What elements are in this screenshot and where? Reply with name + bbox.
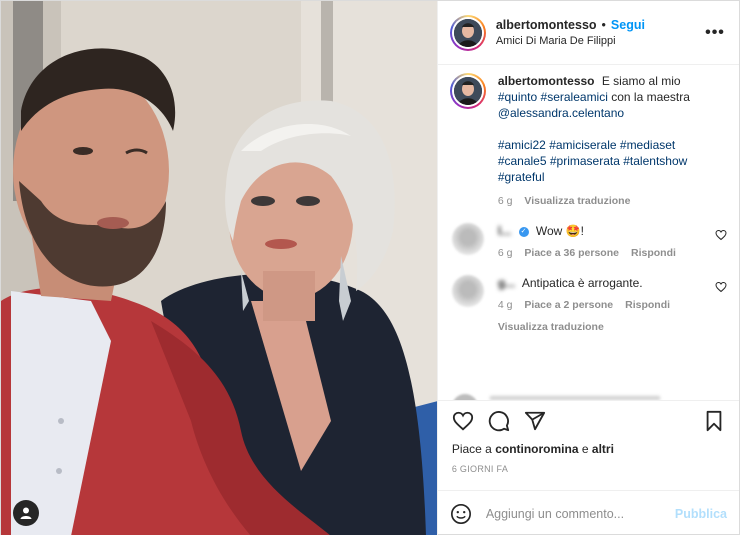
verified-badge-icon: ✓ (518, 226, 529, 237)
selfie-image (1, 1, 437, 535)
next-comment-preview (489, 396, 660, 400)
comment-likes-link[interactable]: Piace a 2 persone (524, 297, 613, 313)
commenter-username[interactable]: g... (498, 276, 515, 290)
comment-item: l... ✓ Wow 🤩! 6 g Piace a 36 persone Ris… (450, 223, 727, 261)
hashtag-link[interactable]: #canale5 (498, 154, 547, 168)
hashtag-link[interactable]: #talentshow (623, 154, 687, 168)
separator-dot: • (601, 18, 606, 32)
likes-others-link[interactable]: altri (592, 442, 614, 456)
caption-text: con la maestra (611, 90, 690, 104)
publish-button[interactable]: Pubblica (675, 507, 727, 521)
avatar-image (453, 18, 482, 47)
comment-text: Wow 🤩! (535, 224, 584, 238)
next-comment-avatar (451, 394, 478, 400)
mention-link[interactable]: @alessandra.celentano (498, 106, 624, 120)
caption-age: 6 g (497, 195, 513, 207)
emoji-icon[interactable] (450, 503, 472, 525)
like-comment-heart-icon[interactable] (715, 281, 727, 293)
author-username[interactable]: albertomontesso (496, 18, 597, 32)
comment-icon[interactable] (488, 410, 510, 432)
bookmark-icon[interactable] (703, 410, 725, 432)
post-date: 6 GIORNI FA (451, 464, 509, 474)
location-link[interactable]: Amici Di Maria De Filippi (496, 35, 703, 47)
like-comment-heart-icon[interactable] (715, 229, 727, 241)
author-avatar[interactable] (449, 14, 486, 51)
liker-username[interactable]: continoromina (495, 442, 578, 456)
hashtag-link[interactable]: #grateful (498, 170, 545, 184)
comment-age: 6 g (497, 247, 513, 259)
commenter-username[interactable]: l... (498, 224, 511, 238)
commenter-avatar[interactable] (451, 275, 484, 307)
translate-link[interactable]: Visualizza traduzione (498, 319, 708, 335)
hashtag-link[interactable]: #amici22 (498, 138, 546, 152)
comment-age: 4 g (497, 299, 513, 311)
hashtag-link[interactable]: #quinto (498, 90, 537, 104)
comment-text: Antipatica è arrogante. (521, 276, 643, 290)
comment-likes-link[interactable]: Piace a 36 persone (524, 245, 619, 261)
reply-button[interactable]: Rispondi (625, 297, 670, 313)
commenter-avatar[interactable] (451, 223, 484, 255)
post-actions-bar (437, 400, 739, 440)
hashtag-link[interactable]: #mediaset (620, 138, 675, 152)
likes-conjunction: e (581, 442, 589, 456)
instagram-post: albertomontesso • Segui Amici Di Maria D… (0, 0, 740, 535)
hashtag-link[interactable]: #primaserata (550, 154, 620, 168)
likes-summary: Piace a continoromina e altri (438, 440, 739, 460)
likes-prefix: Piace a (451, 442, 492, 456)
post-side-panel: albertomontesso • Segui Amici Di Maria D… (436, 1, 739, 535)
post-header: albertomontesso • Segui Amici Di Maria D… (437, 1, 739, 65)
user-icon (20, 507, 32, 519)
avatar-image (453, 77, 482, 105)
post-caption: albertomontesso E siamo al mio #quinto #… (449, 73, 727, 209)
follow-button[interactable]: Segui (611, 18, 645, 32)
caption-avatar[interactable] (449, 73, 486, 109)
more-options-icon[interactable]: ••• (703, 24, 727, 42)
caption-text: E siamo al mio (601, 74, 681, 88)
reply-button[interactable]: Rispondi (631, 245, 676, 261)
post-photo[interactable] (1, 1, 437, 535)
heart-icon[interactable] (452, 410, 474, 432)
hashtag-link[interactable]: #amiciserale (549, 138, 616, 152)
comment-input[interactable] (485, 506, 675, 521)
comment-item: g... Antipatica è arrogante. 4 g Piace a… (450, 275, 727, 335)
comments-list[interactable]: albertomontesso E siamo al mio #quinto #… (438, 65, 739, 400)
comment-composer: Pubblica (437, 490, 739, 535)
tagged-users-button[interactable] (13, 500, 39, 526)
share-icon[interactable] (524, 410, 546, 432)
caption-username[interactable]: albertomontesso (498, 74, 595, 88)
translate-link[interactable]: Visualizza traduzione (524, 193, 630, 209)
hashtag-link[interactable]: #seraleamici (541, 90, 608, 104)
